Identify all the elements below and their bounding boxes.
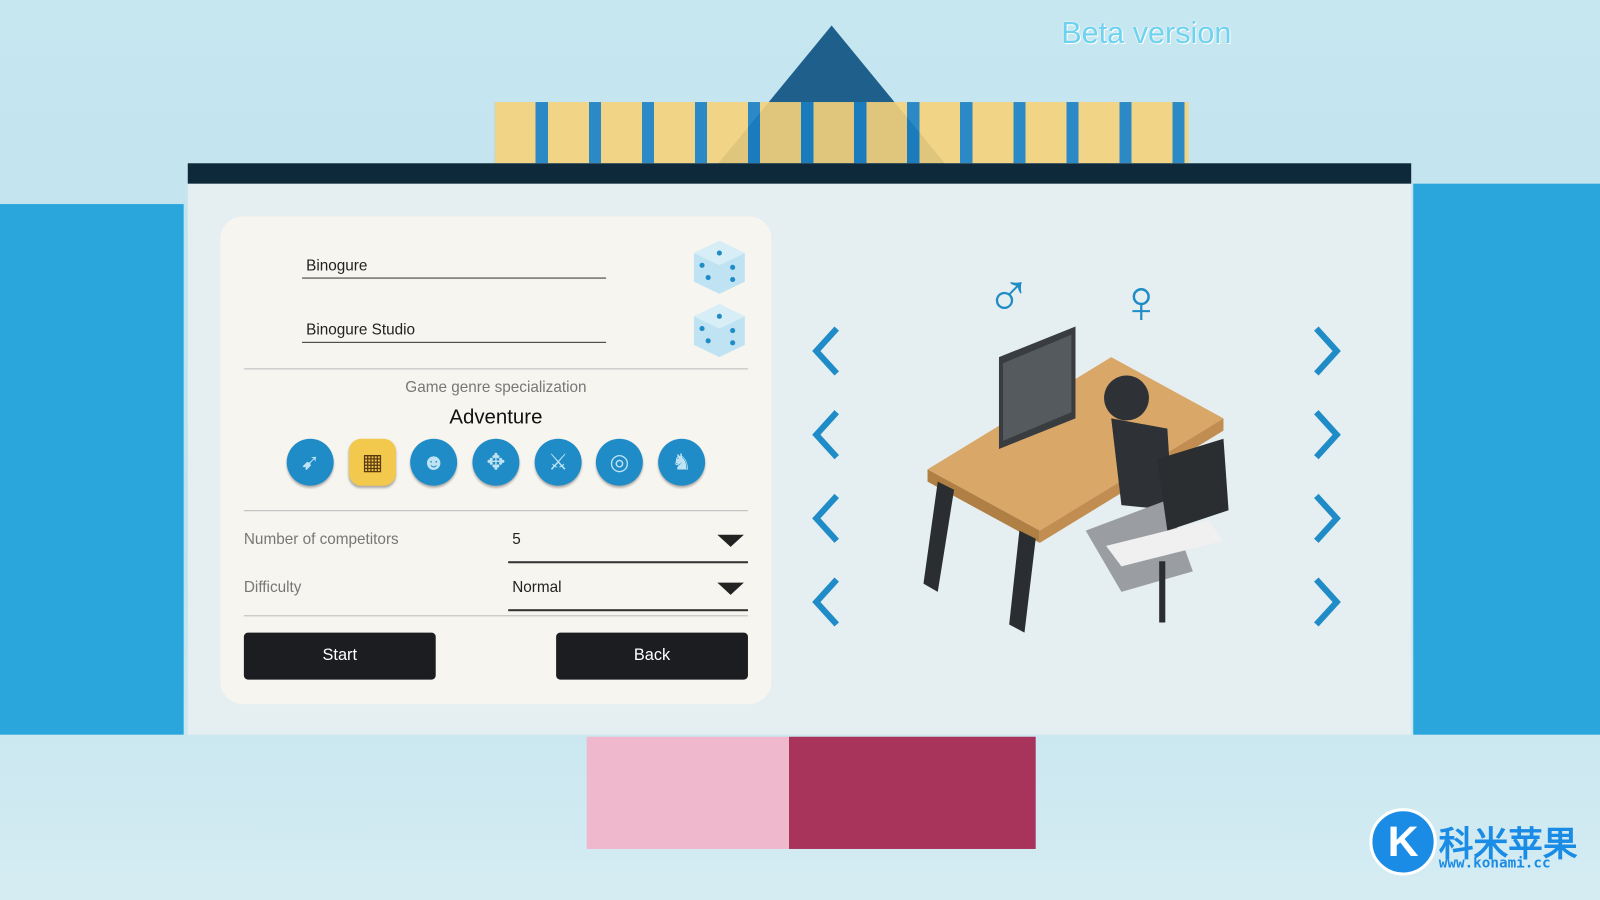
game-logo <box>494 102 1189 164</box>
genre-chess-knight-icon[interactable]: ♞ <box>658 438 706 486</box>
genre-action-revolver-icon[interactable]: ➹ <box>286 438 334 486</box>
genre-heading: Game genre specialization <box>405 378 587 396</box>
background-city-left <box>0 204 184 735</box>
panel-header-bar <box>187 163 1412 184</box>
prev-arrow-1-icon[interactable] <box>806 324 847 377</box>
start-button[interactable]: Start <box>243 632 436 680</box>
next-arrow-3-icon[interactable] <box>1306 492 1347 545</box>
divider <box>243 615 748 617</box>
prev-arrow-3-icon[interactable] <box>806 492 847 545</box>
prev-arrow-2-icon[interactable] <box>806 408 847 461</box>
back-button[interactable]: Back <box>556 632 748 680</box>
watermark-logo-icon: K <box>1369 808 1437 876</box>
male-gender-button[interactable]: ♂ <box>986 265 1032 326</box>
background-building <box>586 736 1036 849</box>
watermark-url: www.konami.cc <box>1438 855 1551 872</box>
genre-adventure-map-icon[interactable]: ▦ <box>348 438 396 486</box>
genre-people-icon[interactable]: ☻ <box>410 438 458 486</box>
chevron-down-icon <box>717 582 744 595</box>
beta-version-label: Beta version <box>1061 16 1232 50</box>
next-arrow-1-icon[interactable] <box>1306 324 1347 377</box>
difficulty-select[interactable]: Normal <box>508 562 748 612</box>
player-name-input[interactable]: Binogure <box>302 257 607 279</box>
genre-puzzle-icon[interactable]: ✥ <box>472 438 520 486</box>
genre-sword-shield-icon[interactable]: ⚔ <box>534 438 582 486</box>
next-arrow-2-icon[interactable] <box>1306 408 1347 461</box>
chevron-down-icon <box>717 534 744 547</box>
female-gender-button[interactable]: ♀ <box>1118 271 1164 332</box>
background-city-right <box>1413 183 1600 735</box>
difficulty-label: Difficulty <box>243 578 302 596</box>
developer-avatar-illustration <box>923 326 1229 633</box>
competitors-select[interactable]: 5 <box>508 514 748 564</box>
competitors-value: 5 <box>512 530 521 548</box>
selected-genre-label: Adventure <box>449 406 543 429</box>
prev-arrow-4-icon[interactable] <box>806 576 847 629</box>
difficulty-value: Normal <box>512 578 562 596</box>
studio-name-input[interactable]: Binogure Studio <box>302 321 607 343</box>
settings-card: Binogure Binogure Studio Game genre spec… <box>220 216 772 705</box>
randomize-studio-dice-icon[interactable] <box>693 304 745 358</box>
randomize-name-dice-icon[interactable] <box>693 240 745 294</box>
genre-vr-icon[interactable]: ◎ <box>595 438 643 486</box>
next-arrow-4-icon[interactable] <box>1306 576 1347 629</box>
new-game-panel: Binogure Binogure Studio Game genre spec… <box>187 163 1412 735</box>
competitors-label: Number of competitors <box>243 530 399 548</box>
divider <box>243 368 748 370</box>
game-screen: Beta version Binogure Binogure Studio Ga… <box>0 0 1600 900</box>
divider <box>243 510 748 512</box>
